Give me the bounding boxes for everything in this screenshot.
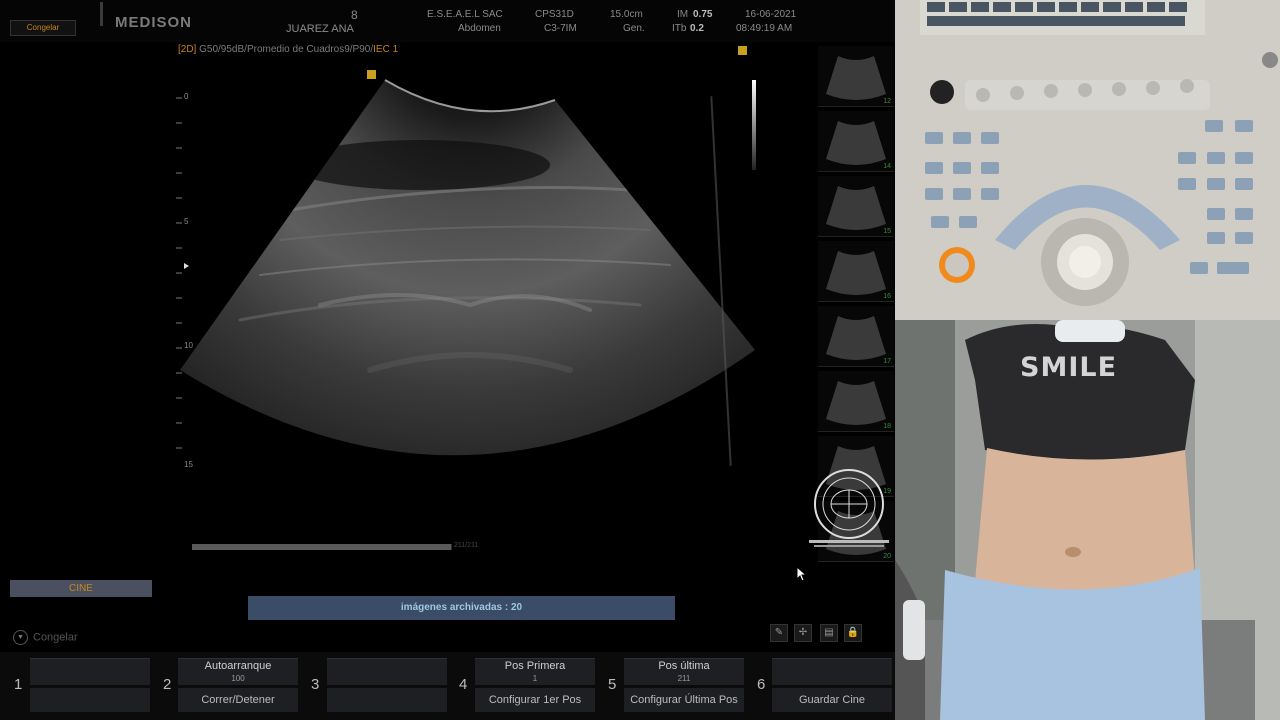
console-camera-view <box>895 0 1280 320</box>
cine-thumbnail[interactable]: 12 <box>818 46 894 107</box>
lock-icon[interactable]: 🔒 <box>844 624 862 642</box>
mouse-cursor-icon <box>796 566 808 582</box>
storage-icon[interactable]: ▤ <box>820 624 838 642</box>
softkey-1[interactable] <box>30 652 150 714</box>
measure-icon[interactable]: ✢ <box>794 624 812 642</box>
set-first-position-button[interactable]: Configurar 1er Pos <box>475 688 595 712</box>
cine-thumbnail[interactable]: 17 <box>818 306 894 367</box>
depth-tick-label: 10 <box>184 341 193 350</box>
medison-logo: MEDISON <box>115 14 193 31</box>
softkey-3[interactable] <box>327 652 447 714</box>
last-position-button[interactable]: Pos última 211 <box>624 658 744 685</box>
patient-name: JUAREZ ANA <box>286 23 354 35</box>
exam-time: 08:49:19 AM <box>736 23 793 34</box>
softkey-number: 1 <box>14 676 23 693</box>
softkey-number: 4 <box>459 676 468 693</box>
mi-label: IM <box>677 9 689 20</box>
institution: E.S.E.A.E.L SAC <box>427 9 503 20</box>
institution-seal-logo <box>809 469 889 547</box>
depth-tick-label: 5 <box>184 217 189 226</box>
mi-value: 0.75 <box>693 9 713 20</box>
mode-indicator: [2D] <box>178 44 197 55</box>
patient-shirt-text: SMILE <box>1020 352 1118 383</box>
autostart-softkey[interactable]: Autoarranque 100 Correr/Detener <box>178 652 298 714</box>
probe-model: CPS31D <box>535 9 574 20</box>
autostart-button[interactable]: Autoarranque 100 <box>178 658 298 685</box>
cine-progress-bar[interactable]: 211/211 <box>192 542 492 550</box>
softkey-bar: 1 2 Autoarranque 100 Correr/Detener 3 4 P… <box>0 652 895 720</box>
cine-frame-count: 211/211 <box>454 542 479 549</box>
gray-scale-bar <box>752 80 756 170</box>
patient-camera-view: SMILE <box>895 320 1280 720</box>
last-position-softkey[interactable]: Pos última 211 Configurar Última Pos <box>624 652 744 714</box>
save-cine-button[interactable]: Guardar Cine <box>772 688 892 712</box>
cine-thumbnail[interactable]: 15 <box>818 176 894 237</box>
acquisition-params: G50/95dB/Promedio de Cuadros9/P90/ <box>199 44 374 55</box>
softkey-number: 5 <box>608 676 617 693</box>
logo-divider <box>100 2 103 26</box>
softkey-number: 2 <box>163 676 172 693</box>
iec-indicator: IEC 1 <box>373 44 399 55</box>
first-position-button[interactable]: Pos Primera 1 <box>475 658 595 685</box>
patient-id: 8 <box>351 8 358 22</box>
frequency-mode: Gen. <box>623 23 645 34</box>
cine-thumbnail[interactable]: 18 <box>818 371 894 432</box>
freeze-control[interactable]: ▼ Congelar <box>13 630 78 645</box>
tib-value: 0.2 <box>690 23 704 34</box>
exam-type: Abdomen <box>458 23 501 34</box>
depth-scale: 0 5 10 15 <box>176 90 196 470</box>
tool-icons: ✎ ✢ ▤ 🔒 <box>770 624 870 644</box>
depth-tick-label: 15 <box>184 460 193 469</box>
status-message: imágenes archivadas : 20 <box>248 596 675 620</box>
chevron-down-icon: ▼ <box>13 630 28 645</box>
transducer: C3-7IM <box>544 23 577 34</box>
exam-date: 16-06-2021 <box>745 9 797 20</box>
freeze-indicator: Congelar <box>10 20 76 36</box>
cine-thumbnail[interactable]: 16 <box>818 241 894 302</box>
set-last-position-button[interactable]: Configurar Última Pos <box>624 688 744 712</box>
header-bar: Congelar MEDISON 8 JUAREZ ANA E.S.E.A.E.… <box>0 0 895 42</box>
softkey-number: 3 <box>311 676 320 693</box>
ultrasound-screen: Congelar MEDISON 8 JUAREZ ANA E.S.E.A.E.… <box>0 0 895 720</box>
save-cine-softkey[interactable]: Guardar Cine <box>772 652 892 714</box>
orientation-marker-icon <box>738 46 747 55</box>
cine-thumbnail[interactable]: 14 <box>818 111 894 172</box>
ultrasound-image <box>180 79 755 456</box>
first-position-softkey[interactable]: Pos Primera 1 Configurar 1er Pos <box>475 652 595 714</box>
freeze-label: Congelar <box>33 631 78 644</box>
cine-mode-label: CINE <box>10 580 152 597</box>
softkey-number: 6 <box>757 676 766 693</box>
annotation-icon[interactable]: ✎ <box>770 624 788 642</box>
run-stop-button[interactable]: Correr/Detener <box>178 688 298 712</box>
tib-label: ITb <box>672 23 687 34</box>
depth-tick-label: 0 <box>184 92 189 101</box>
depth-readout: 15.0cm <box>610 9 643 20</box>
image-parameters: [2D] G50/95dB/Promedio de Cuadros9/P90/I… <box>178 44 398 55</box>
cine-progress-fill <box>192 544 451 550</box>
